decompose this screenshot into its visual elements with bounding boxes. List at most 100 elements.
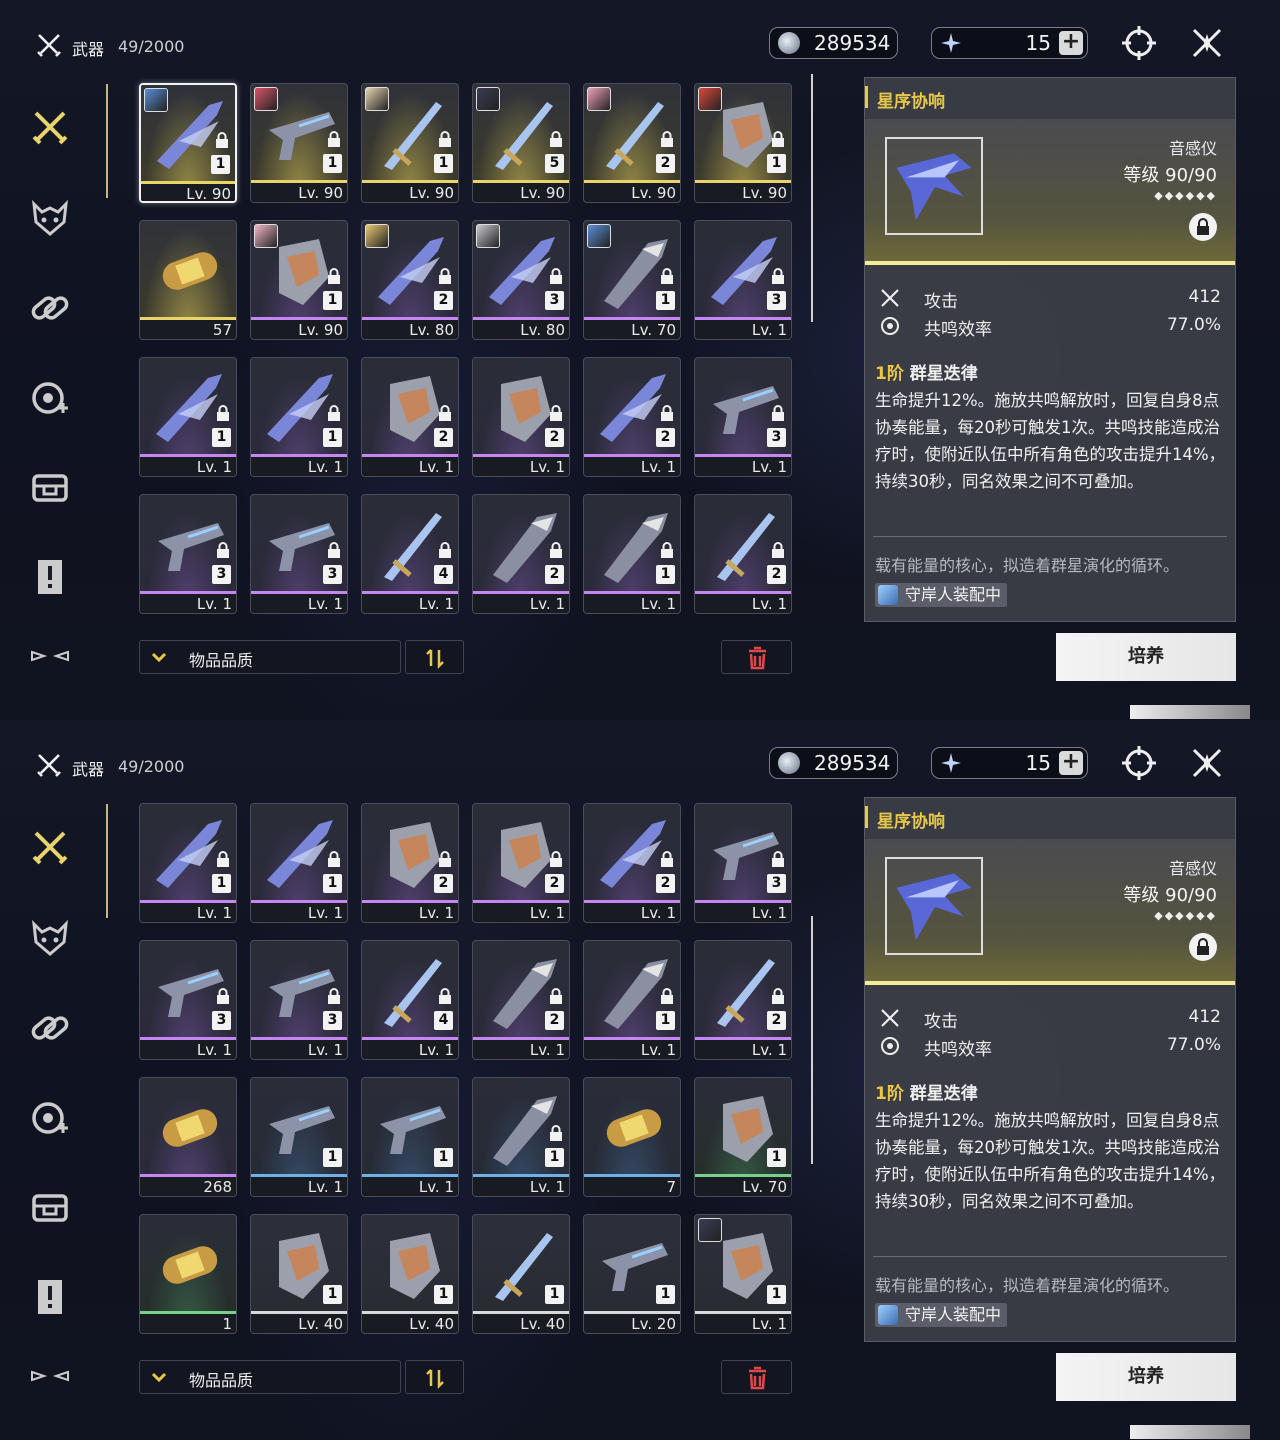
weapon-slot[interactable]: 2 Lv. 90 <box>583 83 681 203</box>
weapon-slot[interactable]: 1 Lv. 1 <box>250 1077 348 1197</box>
weapon-slot[interactable]: 1 Lv. 1 <box>472 1077 570 1197</box>
weapon-slot[interactable]: 4 Lv. 1 <box>361 494 459 614</box>
weapon-slot[interactable]: 1 Lv. 40 <box>472 1214 570 1334</box>
weapon-slot[interactable]: 3 Lv. 1 <box>694 357 792 477</box>
weapon-slot-selected[interactable]: 1 Lv. 90 <box>139 83 237 203</box>
sidebar-tab-echoes[interactable] <box>26 914 74 962</box>
grid-scrollbar[interactable] <box>811 74 813 322</box>
divider <box>873 1256 1227 1257</box>
lock-toggle-icon[interactable] <box>1189 933 1217 961</box>
sidebar-tab-special[interactable] <box>26 632 74 680</box>
weapon-slot[interactable]: 1 Lv. 40 <box>361 1214 459 1334</box>
weapon-slot[interactable]: 3 Lv. 1 <box>139 940 237 1060</box>
slot-level-label: Lv. 1 <box>695 594 791 613</box>
sort-dropdown[interactable]: 物品品质 <box>139 640 401 674</box>
weapon-slot[interactable]: 1 Lv. 1 <box>250 357 348 477</box>
weapon-slot[interactable]: 1 Lv. 1 <box>139 357 237 477</box>
syntonize-rank: 1 <box>767 1148 786 1167</box>
target-settings-icon[interactable] <box>1120 744 1158 782</box>
target-settings-icon[interactable] <box>1120 24 1158 62</box>
sidebar-tab-resources[interactable] <box>26 1094 74 1142</box>
delete-button[interactable] <box>721 640 792 674</box>
chevron-down-icon <box>151 1372 167 1383</box>
sidebar-tab-weapons[interactable] <box>26 823 74 871</box>
weapon-slot[interactable]: 2 Lv. 1 <box>361 803 459 923</box>
stat-value: 412 <box>1188 1007 1221 1027</box>
weapon-slot[interactable]: 1 Lv. 1 <box>694 1214 792 1334</box>
wing-icon <box>31 650 69 662</box>
weapon-slot[interactable]: 2 Lv. 80 <box>361 220 459 340</box>
add-currency-button[interactable]: + <box>1059 751 1083 775</box>
syntonize-rank: 1 <box>323 291 342 310</box>
weapon-slot[interactable]: 2 Lv. 1 <box>472 940 570 1060</box>
weapon-slot[interactable]: 268 <box>139 1077 237 1197</box>
weapon-slot[interactable]: 1 <box>139 1214 237 1334</box>
syntonize-rank: 1 <box>434 1148 453 1167</box>
grid-scrollbar[interactable] <box>811 916 813 1164</box>
weapon-slot[interactable]: 1 Lv. 1 <box>139 803 237 923</box>
weapon-slot[interactable]: 1 Lv. 1 <box>250 803 348 923</box>
sidebar-tab-quest-items[interactable] <box>26 1274 74 1322</box>
sidebar-tab-weapons[interactable] <box>26 103 74 151</box>
weapon-slot[interactable]: 57 <box>139 220 237 340</box>
close-icon[interactable] <box>1188 744 1226 782</box>
weapon-slot[interactable]: 1 Lv. 90 <box>250 83 348 203</box>
weapon-slot[interactable]: 3 Lv. 1 <box>694 803 792 923</box>
weapon-slot[interactable]: 3 Lv. 1 <box>694 220 792 340</box>
weapon-slot[interactable]: 1 Lv. 40 <box>250 1214 348 1334</box>
equipped-text: 守岸人装配中 <box>905 585 1002 604</box>
sidebar-tab-echoes[interactable] <box>26 194 74 242</box>
chevron-down-icon <box>151 652 167 663</box>
sidebar-tab-resources[interactable] <box>26 374 74 422</box>
cultivate-button[interactable]: 培养 <box>1056 633 1236 681</box>
stat-name: 攻击 <box>924 292 958 312</box>
delete-button[interactable] <box>721 1360 792 1394</box>
weapon-slot[interactable]: 2 Lv. 1 <box>583 803 681 923</box>
weapon-slot[interactable]: 2 Lv. 1 <box>472 357 570 477</box>
close-icon[interactable] <box>1188 24 1226 62</box>
sidebar-tab-quest-items[interactable] <box>26 554 74 602</box>
weapon-slot[interactable]: 7 <box>583 1077 681 1197</box>
lock-icon <box>772 131 784 147</box>
weapon-image-frame <box>885 137 983 235</box>
weapon-slot[interactable]: 1 Lv. 1 <box>583 494 681 614</box>
sidebar-tab-development[interactable] <box>26 1004 74 1052</box>
weapon-slot[interactable]: 1 Lv. 1 <box>361 1077 459 1197</box>
weapon-slot[interactable]: 2 Lv. 1 <box>361 357 459 477</box>
syntonize-rank: 3 <box>767 428 786 447</box>
supply-box-icon <box>32 474 68 502</box>
sidebar-tab-special[interactable] <box>26 1352 74 1400</box>
sort-dropdown[interactable]: 物品品质 <box>139 1360 401 1394</box>
weapon-slot[interactable]: 2 Lv. 1 <box>694 494 792 614</box>
sidebar-tab-supplies[interactable] <box>26 1184 74 1232</box>
weapon-slot[interactable]: 3 Lv. 1 <box>139 494 237 614</box>
sidebar-tab-supplies[interactable] <box>26 464 74 512</box>
weapon-slot[interactable]: 2 Lv. 1 <box>472 803 570 923</box>
weapon-slot[interactable]: 2 Lv. 1 <box>694 940 792 1060</box>
sort-order-button[interactable] <box>405 1360 464 1394</box>
lock-icon <box>439 268 451 284</box>
crossed-swords-icon <box>32 831 68 865</box>
weapon-slot[interactable]: 3 Lv. 80 <box>472 220 570 340</box>
cultivate-button[interactable]: 培养 <box>1056 1353 1236 1401</box>
lock-toggle-icon[interactable] <box>1189 213 1217 241</box>
slot-level-label: Lv. 1 <box>473 1040 569 1059</box>
add-currency-button[interactable]: + <box>1059 31 1083 55</box>
stat-attack: 攻击 412 <box>879 285 1221 312</box>
weapon-slot[interactable]: 1 Lv. 20 <box>583 1214 681 1334</box>
weapon-slot[interactable]: 4 Lv. 1 <box>361 940 459 1060</box>
weapon-slot[interactable]: 3 Lv. 1 <box>250 940 348 1060</box>
weapon-slot[interactable]: 1 Lv. 1 <box>583 940 681 1060</box>
weapon-slot[interactable]: 1 Lv. 90 <box>250 220 348 340</box>
weapon-slot[interactable]: 2 Lv. 1 <box>472 494 570 614</box>
weapon-slot[interactable]: 5 Lv. 90 <box>472 83 570 203</box>
sort-order-button[interactable] <box>405 640 464 674</box>
weapon-slot[interactable]: 1 Lv. 70 <box>583 220 681 340</box>
weapon-slot[interactable]: 1 Lv. 70 <box>694 1077 792 1197</box>
rarity-bar <box>865 261 1235 265</box>
weapon-slot[interactable]: 3 Lv. 1 <box>250 494 348 614</box>
weapon-slot[interactable]: 1 Lv. 90 <box>361 83 459 203</box>
weapon-slot[interactable]: 1 Lv. 90 <box>694 83 792 203</box>
weapon-slot[interactable]: 2 Lv. 1 <box>583 357 681 477</box>
sidebar-tab-development[interactable] <box>26 284 74 332</box>
